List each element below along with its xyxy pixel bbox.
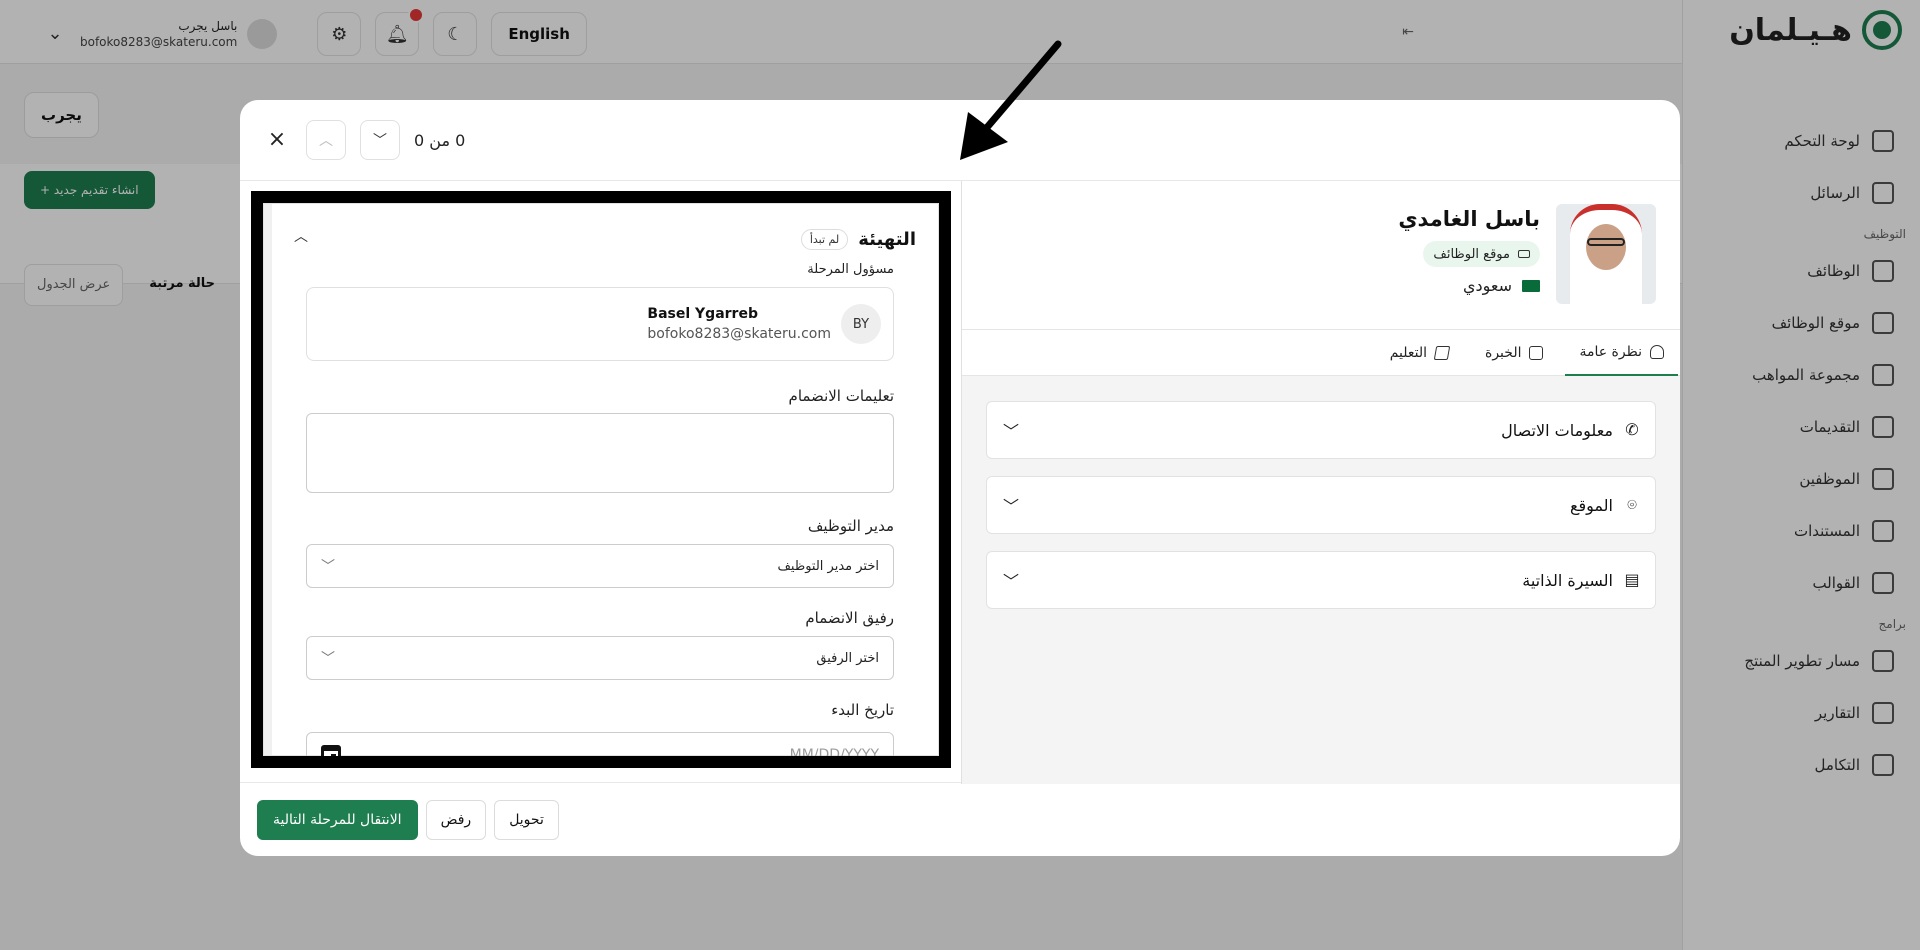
chevron-down-icon: ﹀ — [321, 559, 335, 575]
tab-education[interactable]: التعليم — [1376, 330, 1463, 376]
chevron-down-icon: ﹀ — [1003, 497, 1020, 516]
candidate-name: باسل الغامدي — [1398, 207, 1540, 231]
location-section[interactable]: ⌾ الموقع ﹀ — [986, 476, 1656, 534]
onboarding-instructions-input[interactable] — [306, 413, 894, 493]
stage-owner-card: BY Basel Ygarreb bofoko8283@skateru.com — [306, 287, 894, 361]
start-date-label: تاريخ البدء — [831, 701, 894, 719]
status-badge: لم تبدأ — [800, 228, 849, 250]
chevron-down-icon: ﹀ — [1003, 572, 1020, 591]
next-stage-button[interactable]: الانتقال للمرحلة التالية — [257, 799, 418, 840]
candidate-profile-pane: باسل الغامدي موقع الوظائف سعودي نظرة عام… — [961, 181, 1680, 784]
phone-icon: ✆ — [1625, 420, 1639, 439]
chevron-up-icon: ︿ — [319, 133, 333, 149]
source-badge: موقع الوظائف — [1423, 241, 1540, 267]
stage-title: التهيئة — [858, 228, 916, 250]
location-pin-icon: ⌾ — [1627, 495, 1637, 514]
section-title: معلومات الاتصال — [1501, 420, 1613, 440]
tab-label: نظرة عامة — [1579, 343, 1642, 360]
graduation-cap-icon — [1433, 345, 1451, 360]
candidate-modal: × ︿ ﹀ 0 من 0 التهيئة لم تبدأ ︿ مسؤول الم… — [240, 100, 1680, 856]
hiring-manager-label: مدير التوظيف — [807, 517, 894, 535]
contact-info-section[interactable]: ✆ معلومات الاتصال ﹀ — [986, 401, 1656, 459]
chevron-down-icon: ﹀ — [321, 651, 335, 667]
previous-candidate-button[interactable]: ︿ — [306, 120, 346, 160]
saudi-flag-icon — [1522, 279, 1540, 292]
candidate-photo — [1556, 204, 1656, 304]
section-title: السيرة الذاتية — [1522, 570, 1613, 590]
annotation-arrow — [960, 40, 1062, 160]
modal-footer: الانتقال للمرحلة التالية رفض تحويل — [240, 783, 1680, 856]
chevron-down-icon: ﹀ — [1003, 422, 1020, 441]
next-candidate-button[interactable]: ﹀ — [360, 120, 400, 160]
owner-email: bofoko8283@skateru.com — [647, 326, 831, 342]
resume-section[interactable]: ▤ السيرة الذاتية ﹀ — [986, 551, 1656, 609]
stage-header[interactable]: التهيئة لم تبدأ ︿ — [286, 226, 916, 252]
nationality-label: سعودي — [1462, 276, 1512, 295]
start-date-input[interactable]: MM/DD/YYYY — [306, 732, 894, 763]
user-icon — [1650, 344, 1664, 359]
section-title: الموقع — [1570, 495, 1613, 515]
scrollbar[interactable] — [264, 204, 272, 755]
start-date-placeholder: MM/DD/YYYY — [789, 747, 879, 763]
onboarding-buddy-placeholder: اختر الرفيق — [816, 650, 879, 666]
stage-panel: التهيئة لم تبدأ ︿ مسؤول المرحلة BY Basel… — [251, 191, 951, 768]
hiring-manager-select[interactable]: اختر مدير التوظيف ﹀ — [306, 544, 894, 588]
stage-panel-inner: التهيئة لم تبدأ ︿ مسؤول المرحلة BY Basel… — [263, 203, 939, 756]
candidate-counter: 0 من 0 — [414, 130, 466, 150]
reject-button[interactable]: رفض — [425, 799, 487, 840]
photo-face — [1586, 224, 1626, 270]
profile-tabs: نظرة عامة الخبرة التعليم — [962, 330, 1680, 376]
photo-glasses — [1587, 238, 1625, 246]
owner-label: مسؤول المرحلة — [807, 262, 894, 277]
building-icon — [1529, 345, 1544, 360]
section-title-group: ✆ معلومات الاتصال — [1501, 421, 1641, 440]
close-icon[interactable]: × — [262, 125, 292, 155]
transfer-button[interactable]: تحويل — [494, 799, 559, 840]
avatar: BY — [841, 304, 881, 344]
tab-label: التعليم — [1389, 344, 1427, 361]
source-label: موقع الوظائف — [1433, 246, 1510, 262]
owner-name: Basel Ygarreb — [647, 306, 758, 322]
chevron-down-icon: ﹀ — [373, 133, 387, 149]
modal-body: التهيئة لم تبدأ ︿ مسؤول المرحلة BY Basel… — [240, 180, 1680, 784]
hiring-manager-placeholder: اختر مدير التوظيف — [777, 558, 879, 574]
document-icon: ▤ — [1624, 570, 1640, 589]
section-title-group: ▤ السيرة الذاتية — [1522, 571, 1641, 590]
instructions-label: تعليمات الانضمام — [788, 387, 894, 405]
onboarding-buddy-select[interactable]: اختر الرفيق ﹀ — [306, 636, 894, 680]
tab-label: الخبرة — [1485, 344, 1522, 361]
owner-info: Basel Ygarreb bofoko8283@skateru.com — [647, 306, 831, 342]
onboarding-buddy-label: رفيق الانضمام — [805, 609, 894, 627]
tab-experience[interactable]: الخبرة — [1471, 330, 1557, 376]
calendar-icon[interactable] — [321, 745, 341, 756]
chevron-up-icon[interactable]: ︿ — [294, 226, 308, 246]
tab-overview[interactable]: نظرة عامة — [1565, 330, 1678, 376]
nationality: سعودي — [1463, 276, 1540, 295]
profile-header: باسل الغامدي موقع الوظائف سعودي — [962, 181, 1680, 330]
laptop-icon — [1518, 250, 1530, 258]
section-title-group: ⌾ الموقع — [1570, 496, 1641, 515]
